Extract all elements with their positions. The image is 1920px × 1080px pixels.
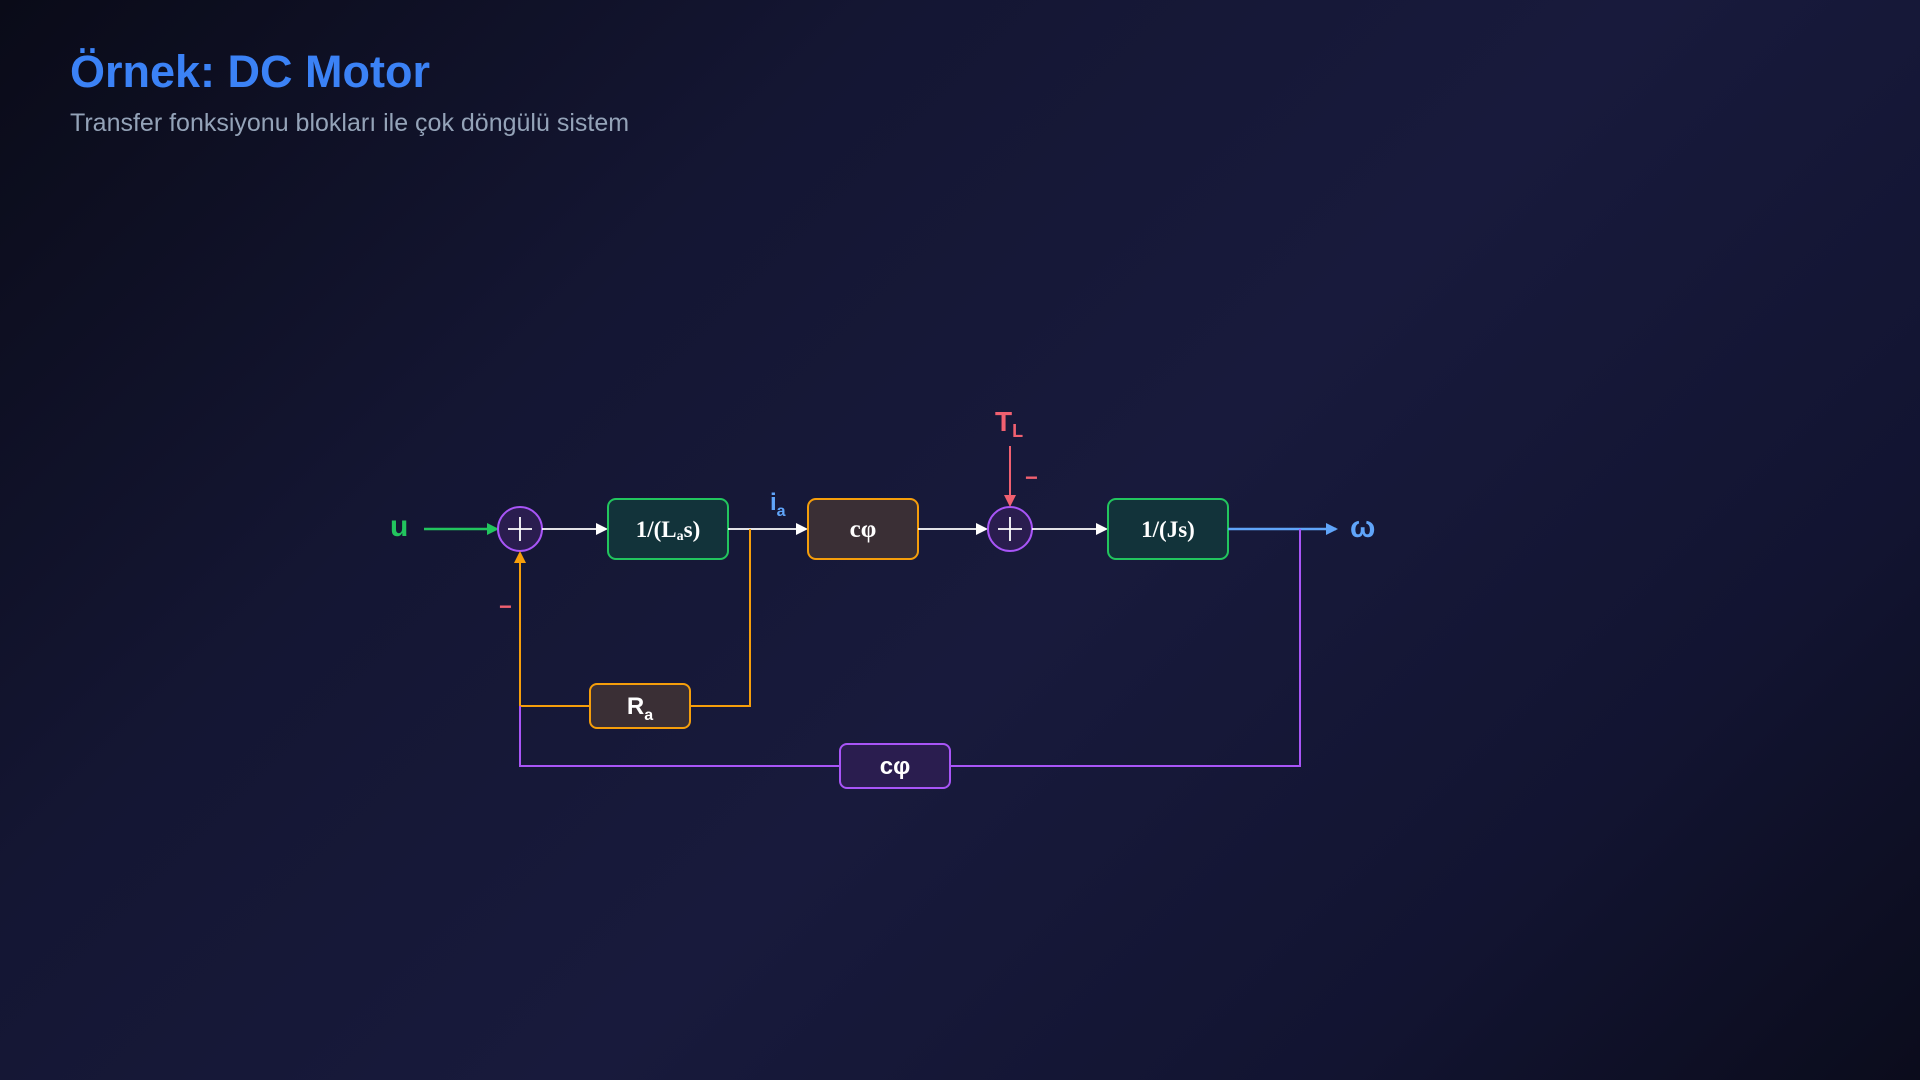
feedback-sign: −	[499, 594, 512, 619]
block-diagram: u 1/(Las) ia cφ TL − 1/(Js) ω Ra − cφ	[390, 406, 1375, 789]
back-emf-label: cφ	[880, 753, 911, 780]
disturbance-label: TL	[995, 406, 1023, 441]
output-label: ω	[1350, 511, 1375, 544]
input-label: u	[390, 510, 408, 543]
svg-text:1/(Las): 1/(Las)	[636, 517, 701, 544]
current-label-base: i	[770, 489, 777, 516]
torque-constant-block: cφ	[807, 498, 919, 560]
resistance-block-base: R	[627, 693, 644, 720]
torque-constant-label: cφ	[850, 516, 877, 543]
inertia-label: 1/(Js)	[1141, 517, 1195, 542]
summing-junction-2	[987, 506, 1033, 552]
back-emf-feedback-path	[519, 529, 1301, 767]
back-emf-block: cφ	[839, 743, 951, 789]
disturbance-sign: −	[1025, 465, 1038, 490]
disturbance-label-sub: L	[1012, 421, 1023, 441]
summing-junction-1	[497, 506, 543, 552]
inductance-block: 1/(Las)	[607, 498, 729, 560]
current-label-sub: a	[777, 503, 786, 520]
resistance-block: Ra	[589, 683, 691, 729]
inductance-block-sub: a	[677, 529, 684, 544]
current-label: ia	[770, 489, 786, 520]
resistance-block-sub: a	[644, 707, 653, 724]
inertia-block: 1/(Js)	[1107, 498, 1229, 560]
inductance-block-prefix: 1/(L	[636, 517, 677, 542]
disturbance-label-base: T	[995, 406, 1012, 437]
inductance-block-suffix: s)	[684, 517, 701, 542]
